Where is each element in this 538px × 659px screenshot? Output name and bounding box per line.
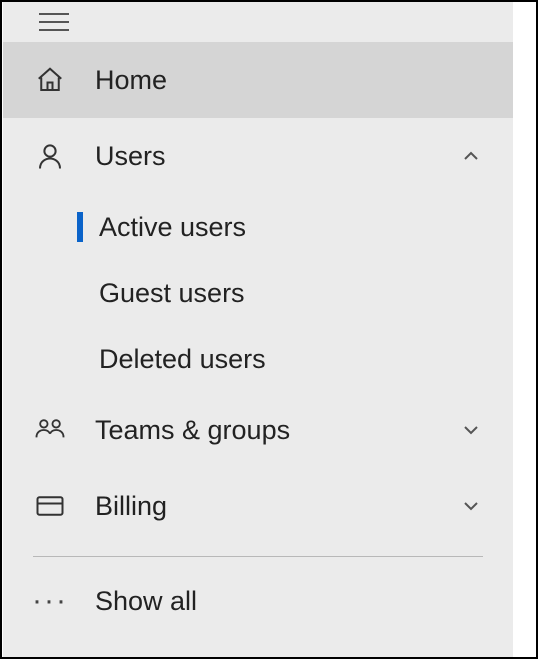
sidebar-subitem-label: Deleted users xyxy=(99,344,266,375)
sidebar-item-label: Home xyxy=(95,65,483,96)
sidebar-subitem-label: Active users xyxy=(99,212,246,243)
sidebar-item-users[interactable]: Users xyxy=(3,118,513,194)
sidebar-item-billing[interactable]: Billing xyxy=(3,468,513,544)
sidebar-show-all-label: Show all xyxy=(95,586,513,617)
hamburger-menu-button[interactable] xyxy=(3,2,513,42)
chevron-down-icon xyxy=(459,418,483,442)
sidebar-show-all[interactable]: ··· Show all xyxy=(3,563,513,639)
sidebar-subitem-guest-users[interactable]: Guest users xyxy=(3,260,513,326)
sidebar-subitem-deleted-users[interactable]: Deleted users xyxy=(3,326,513,392)
sidebar-subitem-label: Guest users xyxy=(99,278,245,309)
sidebar-panel: Home Users Active users Guest users Dele… xyxy=(3,2,513,657)
sidebar-item-label: Users xyxy=(95,141,459,172)
sidebar-subitem-active-users[interactable]: Active users xyxy=(3,194,513,260)
sidebar-item-teams-groups[interactable]: Teams & groups xyxy=(3,392,513,468)
divider xyxy=(33,556,483,557)
user-icon xyxy=(33,139,67,173)
chevron-up-icon xyxy=(459,144,483,168)
sidebar-item-label: Teams & groups xyxy=(95,415,459,446)
hamburger-icon xyxy=(39,12,69,32)
sidebar-item-home[interactable]: Home xyxy=(3,42,513,118)
teams-icon xyxy=(33,413,67,447)
home-icon xyxy=(33,63,67,97)
billing-icon xyxy=(33,489,67,523)
ellipsis-icon: ··· xyxy=(33,586,67,616)
chevron-down-icon xyxy=(459,494,483,518)
sidebar-item-label: Billing xyxy=(95,491,459,522)
